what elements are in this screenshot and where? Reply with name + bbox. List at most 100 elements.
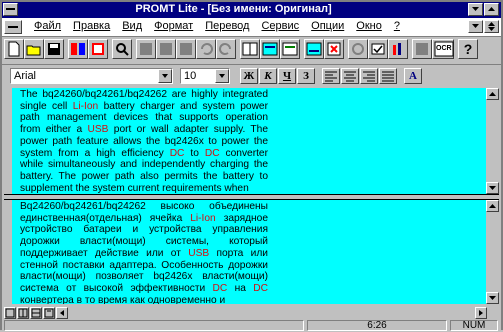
new-document-button[interactable] — [4, 39, 24, 59]
menu-item-1[interactable]: Правка — [67, 20, 116, 32]
text-segment: to — [184, 147, 205, 159]
doc-restore-button[interactable] — [484, 20, 499, 33]
menu-items: Файл Правка Вид Формат Перевод Сервис Опции Окн… — [28, 20, 406, 32]
arrow-right-icon — [479, 310, 483, 316]
align-right-button[interactable] — [360, 68, 378, 84]
copy-button[interactable] — [156, 39, 176, 59]
undo-button[interactable] — [196, 39, 216, 59]
highlighted-term: USB — [87, 124, 109, 136]
help-label: ? — [463, 41, 473, 57]
menu-item-0[interactable]: Файл — [28, 20, 67, 32]
italic-button[interactable]: К — [259, 68, 277, 84]
translation-scroll-down-button[interactable] — [486, 292, 499, 304]
hscroll-left-button[interactable] — [56, 307, 68, 319]
font-size-dropdown-button[interactable] — [215, 69, 229, 83]
translate-all-button[interactable] — [304, 39, 324, 59]
spellcheck-icon — [371, 43, 385, 55]
font-size-value: 10 — [184, 70, 197, 82]
justify-icon — [382, 71, 394, 82]
save-disk-icon — [48, 43, 60, 55]
font-dialog-button[interactable]: A — [404, 68, 422, 84]
dictionary-button[interactable] — [88, 39, 108, 59]
menu-item-8[interactable]: ? — [388, 20, 406, 32]
arrow-down-icon — [489, 186, 496, 190]
translate-icon — [71, 43, 85, 55]
source-scroll-down-button[interactable] — [486, 182, 499, 194]
arrow-down-icon — [489, 296, 496, 300]
strike-button[interactable]: З — [297, 68, 315, 84]
font-size-combo[interactable]: 10 — [180, 68, 230, 84]
check-icon — [352, 43, 364, 55]
redo-button[interactable] — [216, 39, 236, 59]
translate-paragraph-icon — [282, 42, 298, 56]
hscroll-right-button[interactable] — [475, 307, 487, 319]
align-left-button[interactable] — [322, 68, 340, 84]
source-pane[interactable]: The bq24260/bq24261/bq24262 are highly i… — [12, 88, 486, 194]
ocr-label: OCR — [436, 45, 452, 52]
cut-icon — [140, 43, 152, 55]
translate-paragraph-button[interactable] — [280, 39, 300, 59]
translation-scroll-up-button[interactable] — [486, 200, 499, 212]
text-segment: на — [227, 282, 254, 294]
open-folder-icon — [26, 45, 41, 56]
ocr-button[interactable]: OCR — [432, 39, 454, 59]
bold-button[interactable]: Ж — [240, 68, 258, 84]
menu-item-2[interactable]: Вид — [116, 20, 148, 32]
chevron-down-icon — [162, 74, 168, 78]
save-button[interactable] — [44, 39, 64, 59]
document-menu-icon — [8, 26, 18, 28]
translate-button[interactable] — [68, 39, 88, 59]
view-full-button[interactable] — [43, 307, 55, 319]
menu-item-5[interactable]: Сервис — [255, 20, 305, 32]
options-button[interactable] — [412, 39, 432, 59]
translation-vscrollbar[interactable] — [486, 200, 499, 304]
paste-button[interactable] — [176, 39, 196, 59]
view-split-button[interactable] — [17, 307, 29, 319]
translate-text-icon — [262, 42, 278, 56]
new-document-icon — [8, 41, 20, 57]
minimize-icon — [472, 24, 479, 28]
spellcheck-button[interactable] — [368, 39, 388, 59]
view-split-icon — [18, 308, 28, 318]
source-vscrollbar[interactable] — [486, 88, 499, 194]
font-name-combo[interactable]: Arial — [10, 68, 173, 84]
highlighted-term: DC — [212, 282, 228, 294]
menu-item-3[interactable]: Формат — [148, 20, 199, 32]
layout-icon — [242, 42, 258, 56]
stop-button[interactable] — [324, 39, 344, 59]
layout-button[interactable] — [240, 39, 260, 59]
menu-item-6[interactable]: Опции — [305, 20, 350, 32]
underline-button[interactable]: Ч — [278, 68, 296, 84]
doc-minimize-button[interactable] — [468, 20, 483, 33]
main-toolbar: OCR ? — [2, 37, 501, 63]
source-scroll-up-button[interactable] — [486, 88, 499, 100]
check-button[interactable] — [348, 39, 368, 59]
status-message — [4, 320, 304, 331]
title-bar[interactable]: PROMT Lite - [Без имени: Оригинал] — [2, 2, 501, 18]
paste-icon — [180, 43, 192, 55]
cut-button[interactable] — [136, 39, 156, 59]
minimize-button[interactable] — [468, 3, 483, 16]
document-menu-button[interactable] — [4, 20, 22, 34]
window-title: PROMT Lite - [Без имени: Оригинал] — [135, 3, 332, 15]
font-name-dropdown-button[interactable] — [158, 69, 172, 83]
find-button[interactable] — [112, 39, 132, 59]
menu-item-4[interactable]: Перевод — [199, 20, 255, 32]
open-button[interactable] — [24, 39, 44, 59]
maximize-button[interactable] — [484, 3, 499, 16]
stats-button[interactable] — [388, 39, 408, 59]
translation-pane[interactable]: Bq24260/bq24261/bq24262 высоко объединен… — [12, 200, 486, 304]
translation-text[interactable]: Bq24260/bq24261/bq24262 высоко объединен… — [20, 201, 268, 304]
arrow-left-icon — [60, 310, 64, 316]
justify-button[interactable] — [379, 68, 397, 84]
menu-item-7[interactable]: Окно — [350, 20, 388, 32]
help-button[interactable]: ? — [458, 39, 478, 59]
highlighted-term: USB — [188, 247, 210, 259]
hscroll-track[interactable] — [69, 307, 475, 319]
source-text[interactable]: The bq24260/bq24261/bq24262 are highly i… — [20, 89, 268, 194]
redo-icon — [219, 43, 231, 55]
translate-text-button[interactable] — [260, 39, 280, 59]
view-hsplit-button[interactable] — [30, 307, 42, 319]
align-center-button[interactable] — [341, 68, 359, 84]
view-normal-button[interactable] — [4, 307, 16, 319]
